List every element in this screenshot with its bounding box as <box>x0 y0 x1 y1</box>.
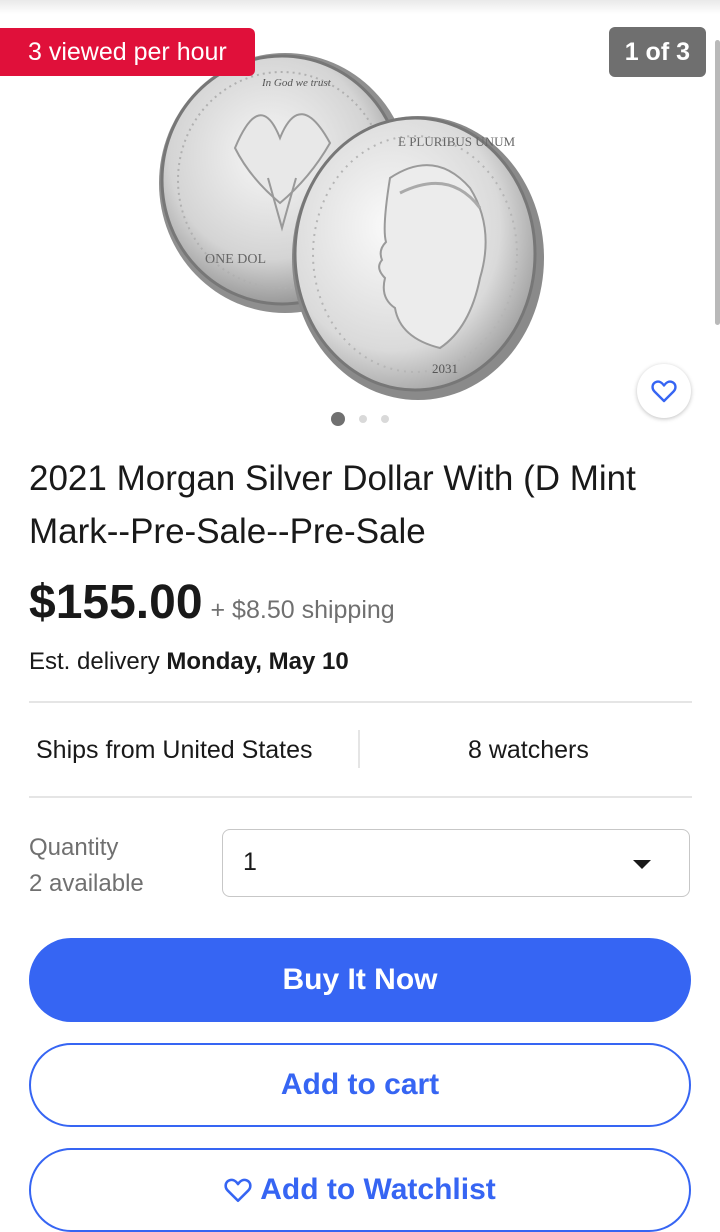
coin-year: 2031 <box>432 361 458 376</box>
image-counter: 1 of 3 <box>608 27 706 77</box>
divider <box>358 730 360 768</box>
buy-it-now-button[interactable]: Buy It Now <box>29 938 691 1022</box>
quantity-label-group: Quantity 2 available <box>29 830 144 902</box>
carousel-dot[interactable] <box>359 415 367 423</box>
quantity-select[interactable]: 1 <box>222 829 690 897</box>
coin-motto: In God we trust <box>261 77 332 89</box>
delivery-date: Monday, May 10 <box>166 648 349 675</box>
shipping-cost: + $8.50 shipping <box>210 596 395 624</box>
estimated-delivery: Est. delivery Monday, May 10 <box>29 648 349 676</box>
divider <box>29 796 692 798</box>
product-image[interactable]: In God we trust ONE DOL E PLURIBUS UNUM … <box>150 28 580 408</box>
heart-outline-icon <box>651 380 677 403</box>
add-to-watchlist-label: Add to Watchlist <box>260 1173 496 1206</box>
top-divider <box>0 0 720 14</box>
listing-title: 2021 Morgan Silver Dollar With (D Mint M… <box>29 459 636 551</box>
caret-down-icon <box>633 860 651 869</box>
delivery-label: Est. delivery <box>29 648 160 675</box>
scrollbar[interactable] <box>715 40 720 325</box>
coin-inscription: E PLURIBUS UNUM <box>398 134 515 149</box>
price-row: $155.00 + $8.50 shipping <box>29 575 395 630</box>
image-gallery[interactable]: In God we trust ONE DOL E PLURIBUS UNUM … <box>0 14 720 454</box>
price: $155.00 <box>29 576 203 629</box>
divider <box>29 701 692 703</box>
watch-heart-button[interactable] <box>637 364 691 418</box>
quantity-label: Quantity <box>29 834 119 861</box>
add-to-cart-button[interactable]: Add to cart <box>29 1043 691 1127</box>
quantity-value: 1 <box>243 848 257 876</box>
carousel-dot[interactable] <box>381 415 389 423</box>
add-to-watchlist-button[interactable]: Add to Watchlist <box>29 1148 691 1232</box>
coin-denomination: ONE DOL <box>205 252 266 267</box>
quantity-available: 2 available <box>29 870 144 897</box>
watchers-count: 8 watchers <box>468 736 589 764</box>
ships-from: Ships from United States <box>36 736 313 764</box>
heart-outline-icon <box>224 1178 252 1203</box>
views-badge: 3 viewed per hour <box>0 28 255 76</box>
carousel-dot[interactable] <box>331 412 345 426</box>
carousel-dots <box>0 412 720 426</box>
